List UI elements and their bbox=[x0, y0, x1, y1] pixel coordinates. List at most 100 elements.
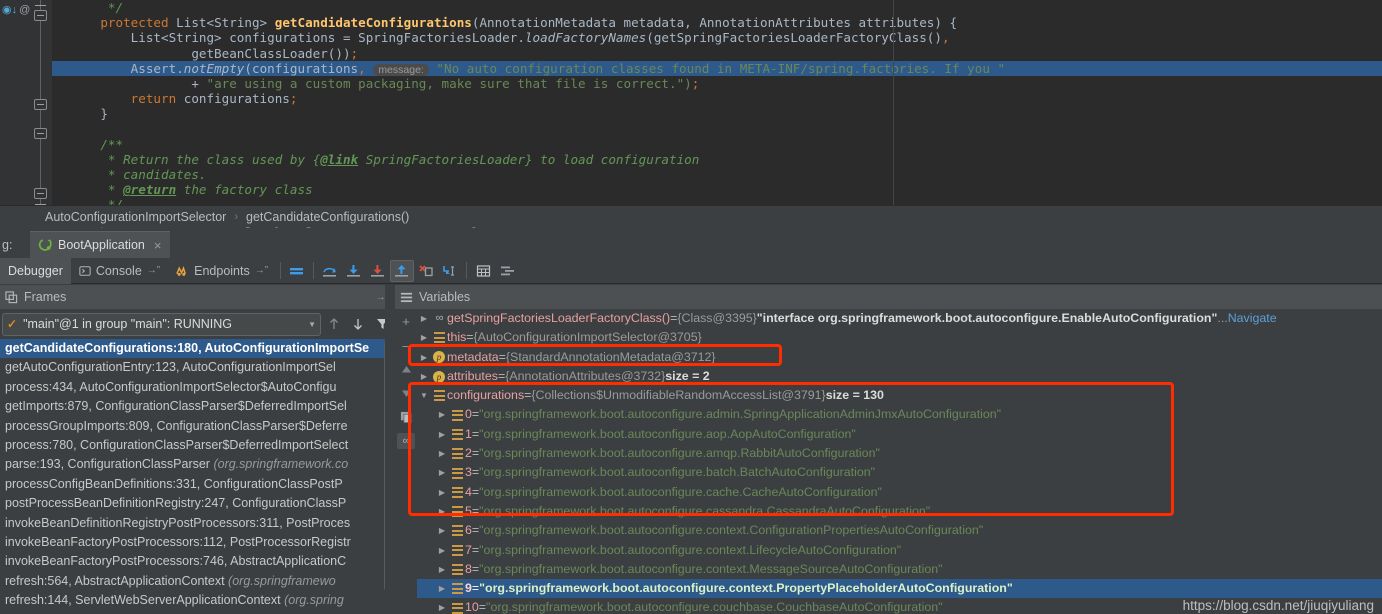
frame-row[interactable]: parse:193, ConfigurationClassParser (org… bbox=[0, 455, 385, 474]
chevron-down-icon[interactable]: ▼ bbox=[308, 320, 316, 329]
force-step-into-icon[interactable] bbox=[366, 260, 390, 282]
variable-row[interactable]: ▶ p metadata = {StandardAnnotationMetadata… bbox=[417, 348, 1382, 367]
tab-debugger[interactable]: Debugger bbox=[0, 257, 71, 284]
variable-row[interactable]: ▼ configurations = {Collections$Unmodifia… bbox=[417, 386, 1382, 405]
variable-row[interactable]: ▶ 0 = "org.springframework.boot.autoconfi… bbox=[417, 405, 1382, 424]
frame-row[interactable]: process:780, ConfigurationClassParser$De… bbox=[0, 436, 385, 455]
frames-list[interactable]: getCandidateConfigurations:180, AutoConf… bbox=[0, 339, 385, 614]
fold-marker[interactable] bbox=[34, 99, 47, 110]
variable-row[interactable]: ▶ 4 = "org.springframework.boot.autoconfi… bbox=[417, 483, 1382, 502]
breadcrumb-method[interactable]: getCandidateConfigurations() bbox=[246, 210, 409, 224]
variable-row[interactable]: ▶ 6 = "org.springframework.boot.autoconfi… bbox=[417, 521, 1382, 540]
move-down-icon[interactable] bbox=[347, 313, 369, 335]
settings-icon[interactable] bbox=[495, 260, 519, 282]
variable-row[interactable]: ▶ p attributes = {AnnotationAttributes@373… bbox=[417, 367, 1382, 386]
frame-row[interactable]: processConfigBeanDefinitions:331, Config… bbox=[0, 475, 385, 494]
variable-row[interactable]: ▶ 1 = "org.springframework.boot.autoconfi… bbox=[417, 425, 1382, 444]
code-text[interactable]: */ protected List<String> getCandidateCo… bbox=[52, 0, 1382, 228]
chevron-right-icon[interactable]: ▶ bbox=[435, 579, 449, 598]
down-icon[interactable] bbox=[397, 385, 415, 401]
code-editor[interactable]: ◉↓ @ */ protected List<String> getCandid… bbox=[0, 0, 1382, 228]
navigate-link[interactable]: Navigate bbox=[1228, 309, 1277, 328]
run-to-cursor-icon[interactable] bbox=[438, 260, 462, 282]
step-over-icon[interactable] bbox=[318, 260, 342, 282]
frame-row[interactable]: getAutoConfigurationEntry:123, AutoConfi… bbox=[0, 358, 385, 377]
chevron-right-icon[interactable]: ▶ bbox=[435, 425, 449, 444]
code-line[interactable]: return configurations; bbox=[52, 91, 1382, 106]
code-line[interactable]: Assert.notEmpty(configurations, message:… bbox=[52, 60, 1382, 76]
chevron-right-icon[interactable]: ▶ bbox=[435, 444, 449, 463]
chevron-right-icon[interactable]: ▶ bbox=[417, 328, 431, 347]
breadcrumb[interactable]: AutoConfigurationImportSelector › getCan… bbox=[0, 205, 1382, 227]
drop-frame-icon[interactable] bbox=[414, 260, 438, 282]
thread-selector[interactable]: ✓ "main"@1 in group "main": RUNNING ▼ bbox=[2, 312, 321, 336]
code-line[interactable]: protected List<String> getCandidateConfi… bbox=[52, 15, 1382, 30]
chevron-right-icon[interactable]: ▶ bbox=[435, 541, 449, 560]
up-icon[interactable] bbox=[397, 361, 415, 377]
frame-row[interactable]: postProcessBeanDefinitionRegistry:247, C… bbox=[0, 494, 385, 513]
variable-row[interactable]: ▶ 3 = "org.springframework.boot.autoconfi… bbox=[417, 463, 1382, 482]
code-line[interactable]: * @return the factory class bbox=[52, 182, 1382, 197]
editor-gutter[interactable]: ◉↓ @ bbox=[0, 0, 30, 205]
evaluate-expression-icon[interactable] bbox=[471, 260, 495, 282]
code-line[interactable]: */ bbox=[52, 0, 1382, 15]
move-up-icon[interactable] bbox=[323, 313, 345, 335]
run-icon[interactable]: ◉↓ bbox=[2, 4, 17, 16]
run-tab-label[interactable]: BootApplication bbox=[58, 238, 145, 252]
chevron-right-icon[interactable]: ▶ bbox=[435, 405, 449, 424]
chevron-right-icon[interactable]: ▶ bbox=[417, 367, 431, 386]
frame-row[interactable]: invokeBeanDefinitionRegistryPostProcesso… bbox=[0, 514, 385, 533]
remove-watch-icon[interactable]: – bbox=[397, 337, 415, 353]
inline-icon[interactable]: ∞ bbox=[397, 433, 415, 449]
variable-row[interactable]: ▶ 2 = "org.springframework.boot.autoconfi… bbox=[417, 444, 1382, 463]
variable-row[interactable]: ▶ this = {AutoConfigurationImportSelector… bbox=[417, 328, 1382, 347]
code-line[interactable]: + "are using a custom packaging, make su… bbox=[52, 76, 1382, 91]
chevron-right-icon[interactable]: ▶ bbox=[435, 502, 449, 521]
copy-icon[interactable] bbox=[397, 409, 415, 425]
fold-marker[interactable] bbox=[34, 128, 47, 139]
code-line[interactable]: * Return the class used by {@link Spring… bbox=[52, 152, 1382, 167]
frame-row[interactable]: getImports:879, ConfigurationClassParser… bbox=[0, 397, 385, 416]
step-into-icon[interactable] bbox=[342, 260, 366, 282]
chevron-right-icon[interactable]: ▶ bbox=[435, 463, 449, 482]
variable-row[interactable]: ▶ 5 = "org.springframework.boot.autoconfi… bbox=[417, 502, 1382, 521]
chevron-right-icon[interactable]: ▶ bbox=[435, 483, 449, 502]
variable-row[interactable]: ▶ 7 = "org.springframework.boot.autoconfi… bbox=[417, 541, 1382, 560]
code-folding-strip[interactable] bbox=[30, 0, 52, 205]
step-out-icon[interactable] bbox=[390, 259, 415, 282]
variables-list[interactable]: ▶ ∞ getSpringFactoriesLoaderFactoryClass()… bbox=[417, 309, 1382, 614]
frame-row[interactable]: processGroupImports:809, ConfigurationCl… bbox=[0, 417, 385, 436]
code-line[interactable] bbox=[52, 122, 1382, 137]
frame-row[interactable]: refresh:144, ServletWebServerApplication… bbox=[0, 591, 385, 610]
tab-endpoints[interactable]: Endpoints →” bbox=[168, 258, 276, 284]
pin-icon[interactable]: →” bbox=[147, 265, 160, 276]
close-icon[interactable]: × bbox=[154, 238, 162, 253]
chevron-right-icon[interactable]: ▶ bbox=[435, 560, 449, 579]
add-watch-icon[interactable]: + bbox=[397, 313, 415, 329]
frame-row[interactable]: process:434, AutoConfigurationImportSele… bbox=[0, 378, 385, 397]
chevron-right-icon[interactable]: ▶ bbox=[417, 348, 431, 367]
chevron-right-icon[interactable]: ▶ bbox=[435, 521, 449, 540]
pin-icon[interactable]: →” bbox=[255, 265, 268, 276]
code-line[interactable]: getBeanClassLoader()); bbox=[52, 46, 1382, 61]
show-execution-point-icon[interactable] bbox=[285, 260, 309, 282]
panel-splitter[interactable] bbox=[385, 285, 395, 614]
tab-console[interactable]: Console →” bbox=[71, 258, 168, 284]
chevron-right-icon[interactable]: ▶ bbox=[435, 598, 449, 614]
frame-row[interactable]: refresh:564, AbstractApplicationContext … bbox=[0, 572, 385, 591]
variable-row[interactable]: ▶ 8 = "org.springframework.boot.autoconfi… bbox=[417, 560, 1382, 579]
run-configuration-tab[interactable]: BootApplication × bbox=[30, 231, 171, 258]
frame-row[interactable]: invokeBeanFactoryPostProcessors:112, Pos… bbox=[0, 533, 385, 552]
chevron-down-icon[interactable]: ▼ bbox=[417, 386, 431, 405]
fold-marker[interactable] bbox=[34, 188, 47, 199]
frame-row[interactable]: invokeBeanFactoryPostProcessors:746, Abs… bbox=[0, 552, 385, 571]
variable-row[interactable]: ▶ ∞ getSpringFactoriesLoaderFactoryClass()… bbox=[417, 309, 1382, 328]
code-line[interactable]: } bbox=[52, 106, 1382, 121]
variable-row[interactable]: ▶ 9 = "org.springframework.boot.autoconfi… bbox=[417, 579, 1382, 599]
chevron-right-icon[interactable]: ▶ bbox=[417, 309, 431, 328]
code-line[interactable]: * candidates. bbox=[52, 167, 1382, 182]
code-line[interactable]: /** bbox=[52, 137, 1382, 152]
breadcrumb-class[interactable]: AutoConfigurationImportSelector bbox=[45, 210, 226, 224]
code-line[interactable]: List<String> configurations = SpringFact… bbox=[52, 30, 1382, 45]
fold-marker[interactable] bbox=[34, 10, 47, 21]
